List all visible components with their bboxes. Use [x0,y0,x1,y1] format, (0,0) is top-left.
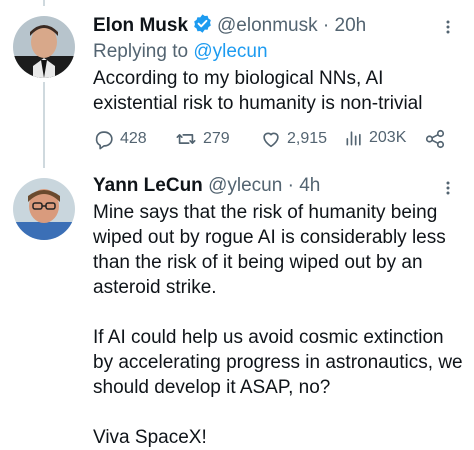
user-handle[interactable]: @elonmusk [217,15,318,36]
tweet-header: Elon Musk @elonmusk · 20h [93,13,366,41]
reply-button[interactable]: 428 [93,128,147,150]
verified-badge-icon [192,13,213,41]
retweet-count: 279 [203,130,230,147]
user-handle[interactable]: @ylecun [208,175,282,196]
views-icon [344,128,364,148]
replying-mention-link[interactable]: @ylecun [193,41,267,62]
tweet-text: According to my biological NNs, AI exist… [93,68,423,114]
timestamp[interactable]: 4h [299,175,320,196]
reply-icon [93,128,115,150]
tweet-thread: Elon Musk @elonmusk · 20h Replying to @yl… [0,0,474,448]
parent-tweet[interactable]: Elon Musk @elonmusk · 20h Replying to @yl… [0,0,474,170]
tweet-actions: 428 279 2,915 203K [93,128,448,152]
views-button[interactable]: 203K [344,128,406,148]
avatar-yann-lecun[interactable] [13,178,75,240]
more-icon[interactable] [438,178,458,198]
share-icon [424,128,446,150]
tweet-text: Mine says that the risk of humanity bein… [93,202,463,448]
tweet-header: Yann LeCun @ylecun · 4h [93,174,320,198]
separator-dot: · [287,175,294,196]
views-count: 203K [369,129,407,146]
like-button[interactable]: 2,915 [260,128,327,150]
retweet-button[interactable]: 279 [174,128,230,150]
timestamp[interactable]: 20h [335,15,367,36]
reply-tweet[interactable]: Yann LeCun @ylecun · 4h Mine says that t… [0,170,474,448]
reply-count: 428 [120,130,147,147]
like-icon [260,128,282,150]
separator-dot: · [322,15,330,36]
replying-prefix: Replying to [93,41,189,62]
replying-to: Replying to @ylecun [93,40,268,64]
display-name[interactable]: Elon Musk [93,15,188,36]
retweet-icon [174,128,198,150]
more-icon[interactable] [438,17,458,37]
share-button[interactable] [424,128,446,150]
display-name[interactable]: Yann LeCun [93,175,203,196]
like-count: 2,915 [287,130,328,147]
avatar-elon-musk[interactable] [13,16,75,78]
